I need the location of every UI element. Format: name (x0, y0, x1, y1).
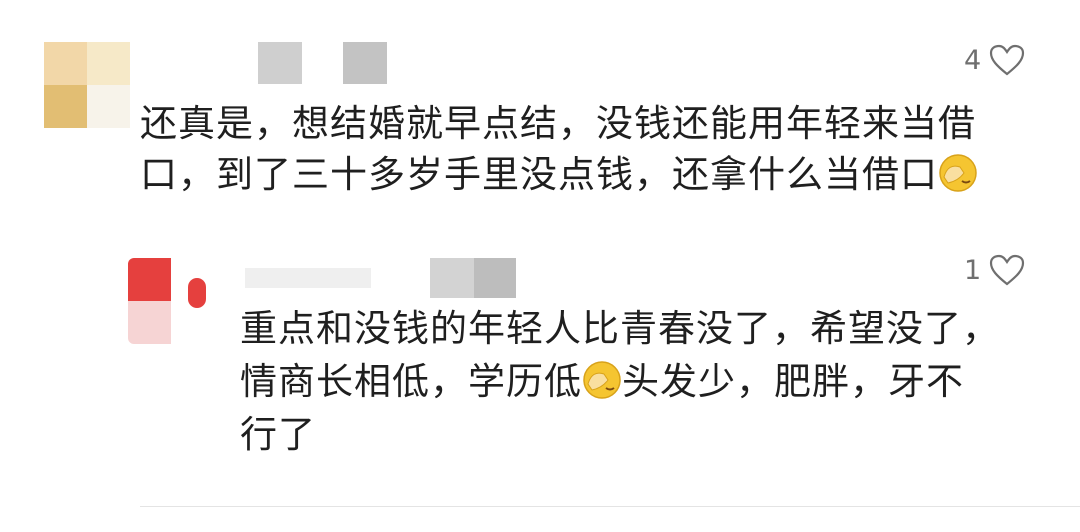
comment-2-username-redacted-3[interactable] (474, 258, 516, 298)
comment-2: 重点和没钱的年轻人比青春没了，希望没了， 情商长相低，学历低 头发少，肥胖，牙不 … (0, 0, 1080, 532)
comment-2-text-line-2: 情商长相低，学历低 头发少，肥胖，牙不 (240, 360, 964, 403)
comment-2-like-count: 1 (964, 254, 982, 286)
comment-2-username-redacted[interactable] (245, 268, 371, 288)
comment-2-text-line-3: 行了 (240, 413, 316, 456)
facepalm-emoji-icon (583, 361, 621, 399)
comment-2-avatar[interactable] (128, 258, 214, 344)
comment-2-text-line-1: 重点和没钱的年轻人比青春没了，希望没了， (240, 307, 1000, 350)
comment-2-like[interactable]: 1 (964, 254, 1025, 286)
comment-divider (140, 506, 1080, 507)
comment-2-username-redacted-2[interactable] (430, 258, 474, 298)
heart-outline-icon[interactable] (989, 254, 1025, 286)
